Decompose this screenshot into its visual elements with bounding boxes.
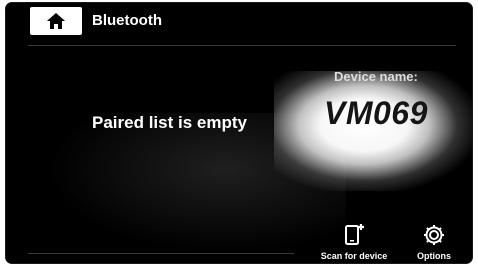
- paired-list-empty-message: Paired list is empty: [92, 113, 247, 132]
- gear-icon: [424, 225, 444, 245]
- page-title: Bluetooth: [92, 12, 162, 29]
- device-name-value: VM069: [324, 95, 428, 131]
- bottom-divider: [28, 253, 294, 254]
- scan-device-icon: [345, 224, 364, 245]
- header-bar: Bluetooth: [6, 3, 472, 39]
- scan-for-device-label: Scan for device: [320, 251, 388, 261]
- bluetooth-screen: Bluetooth Paired list is empty Device na…: [6, 3, 472, 263]
- header-divider: [28, 45, 456, 46]
- options-label: Options: [417, 251, 451, 261]
- home-icon: [47, 13, 65, 29]
- device-name-label: Device name:: [334, 69, 418, 84]
- scan-for-device-button[interactable]: Scan for device: [309, 223, 399, 261]
- home-button[interactable]: [30, 7, 82, 35]
- options-button[interactable]: Options: [389, 223, 472, 261]
